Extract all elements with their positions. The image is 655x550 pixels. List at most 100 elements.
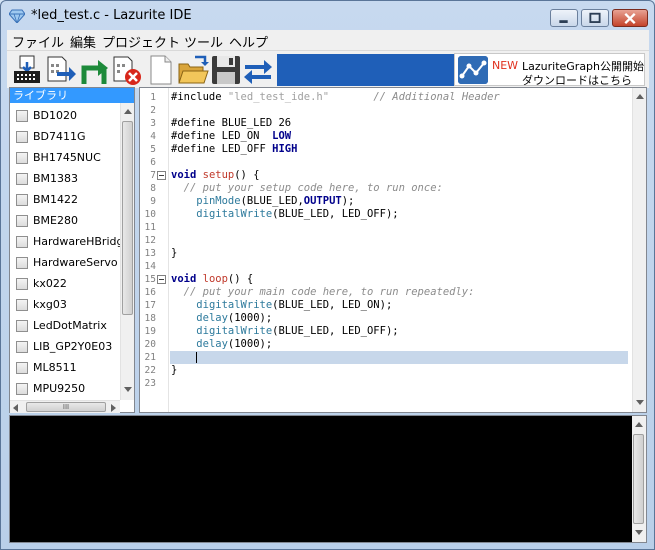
line-number: 16 bbox=[144, 287, 156, 298]
board-select-icon[interactable] bbox=[11, 54, 43, 86]
code-line[interactable]: void loop() { bbox=[171, 273, 253, 285]
minimize-button[interactable] bbox=[550, 9, 578, 27]
build-icon[interactable] bbox=[45, 54, 77, 86]
library-item-label: BME280 bbox=[33, 214, 78, 227]
code-line[interactable]: #define LED_OFF HIGH bbox=[171, 143, 297, 155]
save-icon[interactable] bbox=[210, 54, 242, 86]
scroll-down-icon[interactable] bbox=[635, 530, 643, 535]
console-scroll-thumb[interactable] bbox=[633, 434, 644, 524]
code-line[interactable]: #define BLUE_LED 26 bbox=[171, 117, 291, 129]
title-bar[interactable]: *led_test.c - Lazurite IDE bbox=[1, 1, 654, 31]
console-vscrollbar[interactable] bbox=[632, 416, 646, 542]
scroll-up-icon[interactable] bbox=[124, 109, 132, 114]
library-checkbox[interactable] bbox=[16, 236, 28, 248]
code-line[interactable]: // put your setup code here, to run once… bbox=[171, 182, 443, 194]
library-checkbox[interactable] bbox=[16, 173, 28, 185]
library-item-label: BM1422 bbox=[33, 193, 79, 206]
library-checkbox[interactable] bbox=[16, 362, 28, 374]
scroll-right-icon[interactable] bbox=[111, 404, 116, 412]
close-button[interactable] bbox=[612, 9, 648, 27]
library-item[interactable]: kx022 bbox=[10, 274, 120, 295]
library-item[interactable]: ML8511 bbox=[10, 358, 120, 379]
menu-tools[interactable]: ツール bbox=[184, 32, 223, 51]
library-item-label: MPU9250 bbox=[33, 382, 86, 395]
library-item[interactable]: HardwareHBridge bbox=[10, 232, 120, 253]
library-item[interactable]: BD7411G bbox=[10, 127, 120, 148]
library-checkbox[interactable] bbox=[16, 131, 28, 143]
library-checkbox[interactable] bbox=[16, 110, 28, 122]
library-item[interactable]: LIB_GP2Y0E03 bbox=[10, 337, 120, 358]
menu-file[interactable]: ファイル bbox=[12, 32, 64, 51]
code-line[interactable]: // put your main code here, to run repea… bbox=[171, 286, 475, 298]
library-hscroll-thumb[interactable]: III bbox=[26, 402, 106, 412]
code-line[interactable]: delay(1000); bbox=[171, 312, 272, 324]
upload-icon[interactable] bbox=[78, 54, 110, 86]
line-number: 4 bbox=[150, 131, 156, 142]
line-number: 7 bbox=[150, 170, 156, 181]
lazurite-graph-banner[interactable]: NEW LazuriteGraph公開開始 ダウンロードはこちら bbox=[454, 53, 645, 87]
library-item[interactable]: kxg03 bbox=[10, 295, 120, 316]
scroll-up-icon[interactable] bbox=[635, 422, 643, 427]
library-checkbox[interactable] bbox=[16, 215, 28, 227]
code-editor[interactable]: 1 2 3 4 5 6 7 8 9 10 11 12 13 14 15 16 17 18 19 20 21 22 23 #i… bbox=[139, 87, 647, 413]
diamond-icon bbox=[9, 9, 25, 23]
library-checkbox[interactable] bbox=[16, 194, 28, 206]
library-checkbox[interactable] bbox=[16, 257, 28, 269]
switch-icon[interactable] bbox=[242, 54, 274, 86]
fold-toggle-icon[interactable] bbox=[157, 171, 166, 180]
library-item[interactable]: LedDotMatrix bbox=[10, 316, 120, 337]
stop-icon[interactable] bbox=[111, 54, 143, 86]
scroll-left-icon[interactable] bbox=[13, 404, 18, 412]
library-hscrollbar[interactable]: III bbox=[10, 400, 120, 413]
new-file-icon[interactable] bbox=[145, 54, 177, 86]
maximize-icon bbox=[589, 12, 601, 23]
editor-vscrollbar[interactable] bbox=[632, 88, 646, 412]
library-checkbox[interactable] bbox=[16, 299, 28, 311]
library-panel: ライブラリ BD1020 BD7411G BH1745NUC BM1383 BM1422… bbox=[9, 87, 135, 413]
line-number: 5 bbox=[150, 144, 156, 155]
output-console[interactable] bbox=[9, 415, 647, 543]
library-item-label: kxg03 bbox=[33, 298, 67, 311]
library-item[interactable]: HardwareServo bbox=[10, 253, 120, 274]
code-line[interactable]: digitalWrite(BLUE_LED, LED_ON); bbox=[171, 299, 392, 311]
library-item[interactable]: BM1422 bbox=[10, 190, 120, 211]
library-checkbox[interactable] bbox=[16, 383, 28, 395]
scroll-down-icon[interactable] bbox=[636, 400, 644, 405]
line-number: 17 bbox=[144, 300, 156, 311]
scroll-down-icon[interactable] bbox=[124, 387, 132, 392]
menu-project[interactable]: プロジェクト bbox=[102, 32, 180, 51]
library-item[interactable]: BH1745NUC bbox=[10, 148, 120, 169]
library-vscrollbar[interactable] bbox=[120, 103, 134, 400]
code-line[interactable]: #define LED_ON LOW bbox=[171, 130, 291, 142]
library-checkbox[interactable] bbox=[16, 341, 28, 353]
line-number: 22 bbox=[144, 365, 156, 376]
fold-toggle-icon[interactable] bbox=[157, 275, 166, 284]
maximize-button[interactable] bbox=[581, 9, 609, 27]
code-line[interactable]: void setup() { bbox=[171, 169, 260, 181]
library-item[interactable]: BM1383 bbox=[10, 169, 120, 190]
library-item-label: HardwareServo bbox=[33, 256, 118, 269]
library-item[interactable]: BME280 bbox=[10, 211, 120, 232]
open-folder-icon[interactable] bbox=[177, 54, 209, 86]
menu-help[interactable]: ヘルプ bbox=[229, 32, 268, 51]
library-scroll-thumb[interactable] bbox=[122, 121, 133, 315]
library-checkbox[interactable] bbox=[16, 320, 28, 332]
library-checkbox[interactable] bbox=[16, 152, 28, 164]
code-line[interactable]: digitalWrite(BLUE_LED, LED_OFF); bbox=[171, 208, 398, 220]
menu-edit[interactable]: 編集 bbox=[70, 32, 96, 51]
code-line[interactable]: } bbox=[171, 364, 177, 376]
code-line[interactable]: } bbox=[171, 247, 177, 259]
code-line[interactable]: #include "led_test_ide.h" // Additional … bbox=[171, 91, 500, 103]
line-number: 23 bbox=[144, 378, 156, 389]
library-item[interactable]: MPU9250 bbox=[10, 379, 120, 400]
code-line[interactable]: delay(1000); bbox=[171, 338, 272, 350]
scroll-up-icon[interactable] bbox=[636, 94, 644, 99]
line-number: 13 bbox=[144, 248, 156, 259]
library-item[interactable]: BD1020 bbox=[10, 106, 120, 127]
current-line-highlight bbox=[170, 351, 628, 364]
code-line[interactable]: digitalWrite(BLUE_LED, LED_OFF); bbox=[171, 325, 398, 337]
library-checkbox[interactable] bbox=[16, 278, 28, 290]
line-number: 11 bbox=[144, 222, 156, 233]
code-line[interactable]: pinMode(BLUE_LED,OUTPUT); bbox=[171, 195, 354, 207]
library-list: BD1020 BD7411G BH1745NUC BM1383 BM1422 BME280… bbox=[10, 103, 120, 400]
